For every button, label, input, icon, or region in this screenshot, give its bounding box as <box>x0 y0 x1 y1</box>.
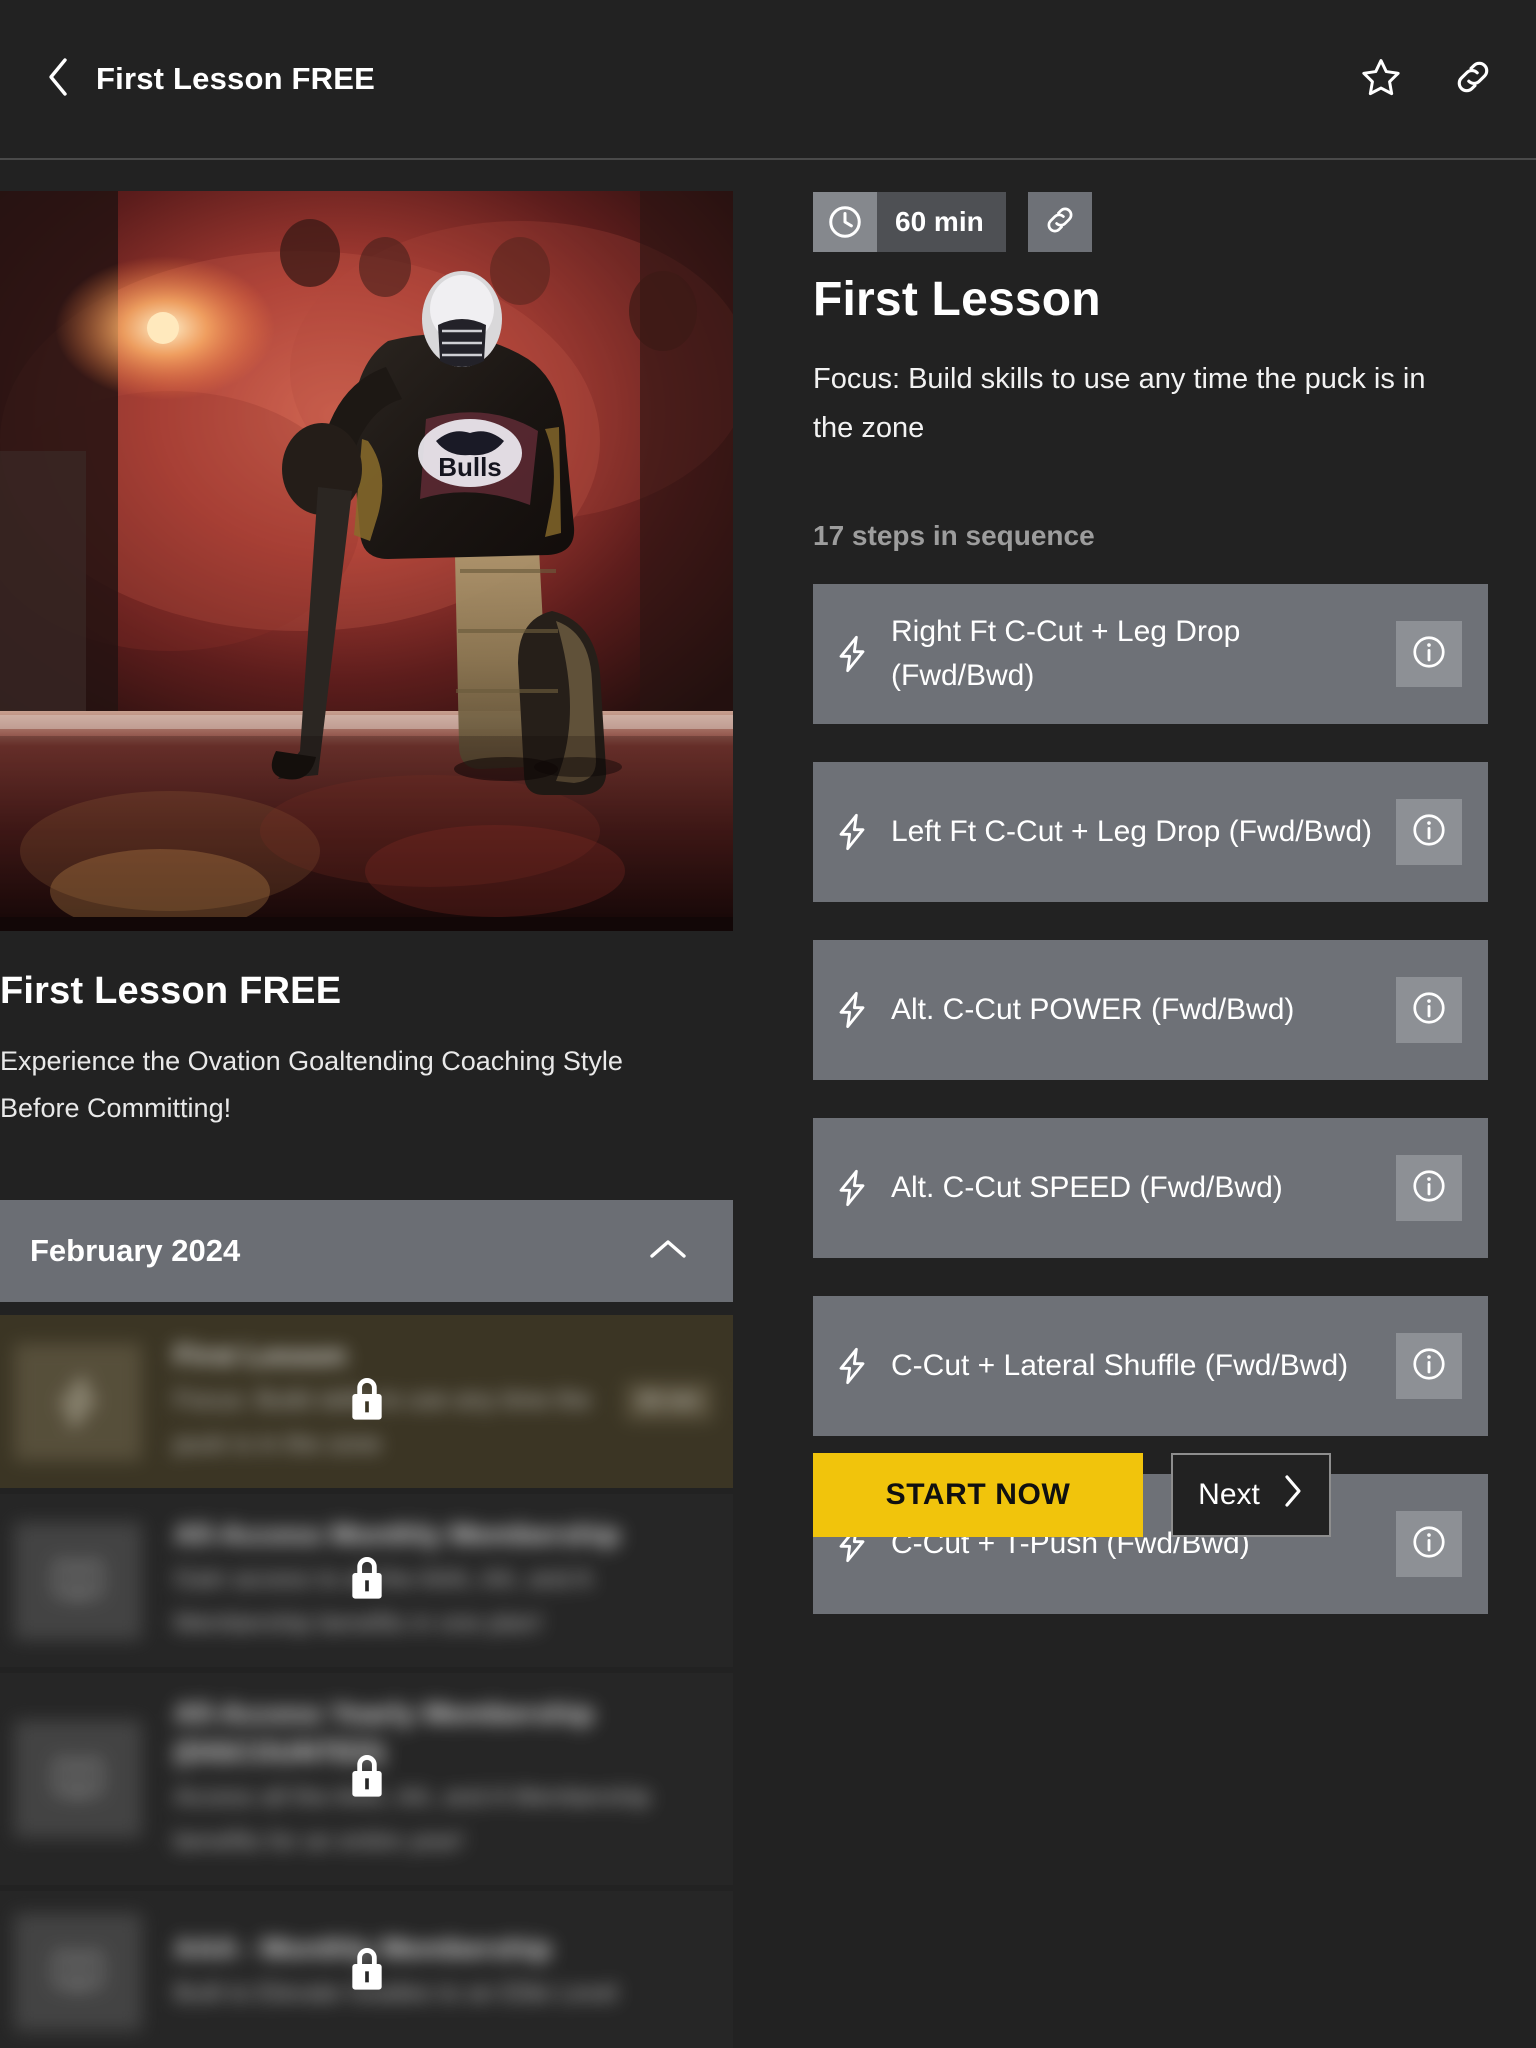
step-info-button[interactable] <box>1396 1333 1462 1399</box>
info-icon <box>1410 633 1448 676</box>
step-label: Alt. C-Cut POWER (Fwd/Bwd) <box>891 993 1295 1026</box>
info-icon <box>1410 1523 1448 1566</box>
locked-item-name: First Lesson <box>174 1340 347 1372</box>
book-icon <box>14 1521 142 1640</box>
duration-label: 60 min <box>877 192 1006 252</box>
left-panel-title: First Lesson FREE <box>0 970 342 1012</box>
list-item[interactable]: All-Access Yearly Membership (DISCOUNTED… <box>0 1673 733 1885</box>
step-label: C-Cut + Lateral Shuffle (Fwd/Bwd) <box>891 1349 1349 1382</box>
locked-item-text: All-Access Monthly Membership Gain acces… <box>174 1516 733 1645</box>
locked-item-name: All-Access Yearly Membership (DISCOUNTED… <box>174 1698 595 1769</box>
bolt-icon <box>813 809 891 855</box>
step-card[interactable]: C-Cut + Lateral Shuffle (Fwd/Bwd) <box>813 1296 1488 1436</box>
locked-item-text: First Lesson Focus: Build skills to use … <box>174 1337 625 1466</box>
next-button-label: Next <box>1198 1478 1260 1511</box>
copy-link-button[interactable] <box>1450 56 1496 102</box>
info-icon <box>1410 989 1448 1032</box>
favorite-button[interactable] <box>1358 56 1404 102</box>
duration-badge: 60 min <box>813 192 1006 252</box>
month-section-header[interactable]: February 2024 <box>0 1200 733 1302</box>
step-info-button[interactable] <box>1396 621 1462 687</box>
link-icon <box>1043 203 1077 242</box>
bolt-icon <box>813 631 891 677</box>
svg-text:Bulls: Bulls <box>438 452 502 482</box>
hockey-goalie-red-smoke-illustration: Bulls <box>0 191 733 931</box>
month-section-label: February 2024 <box>30 1233 241 1268</box>
list-item[interactable]: First Lesson Focus: Build skills to use … <box>0 1315 733 1488</box>
left-panel-subtitle: Experience the Ovation Goaltending Coach… <box>0 1046 623 1123</box>
link-icon <box>1452 56 1494 103</box>
locked-item-description: Access all the AAA, AA, and A Membership… <box>174 1783 651 1855</box>
chevron-left-icon <box>46 57 70 102</box>
locked-item-badge: 60 min <box>624 1382 713 1421</box>
book-icon <box>14 1720 142 1838</box>
locked-item-text: All-Access Yearly Membership (DISCOUNTED… <box>174 1695 733 1863</box>
lock-icon <box>345 1551 389 1610</box>
step-info-button[interactable] <box>1396 1511 1462 1577</box>
bolt-icon <box>813 1165 891 1211</box>
star-icon <box>1360 56 1402 103</box>
hero-image: Bulls <box>0 191 733 931</box>
locked-item-description: Built to Elevate Goalies to an Elite Lev… <box>174 1978 618 2007</box>
step-card[interactable]: Right Ft C-Cut + Leg Drop (Fwd/Bwd) <box>813 584 1488 724</box>
locked-item-name: AAA - Monthly Membership <box>174 1932 552 1965</box>
step-card[interactable]: Alt. C-Cut SPEED (Fwd/Bwd) <box>813 1118 1488 1258</box>
step-label: Right Ft C-Cut + Leg Drop (Fwd/Bwd) <box>891 615 1241 692</box>
chevron-right-icon <box>1282 1474 1304 1516</box>
page-title: First Lesson FREE <box>96 61 376 96</box>
info-icon <box>1410 1167 1448 1210</box>
step-label: Alt. C-Cut SPEED (Fwd/Bwd) <box>891 1171 1283 1204</box>
clock-icon <box>813 192 877 252</box>
bolt-icon <box>813 987 891 1033</box>
bolt-icon <box>14 1342 142 1461</box>
step-info-button[interactable] <box>1396 1155 1462 1221</box>
steps-count-label: 17 steps in sequence <box>813 520 1095 551</box>
lesson-meta-row: 60 min <box>813 192 1092 252</box>
bolt-icon <box>813 1343 891 1389</box>
locked-item-description: Focus: Build skills to use any time the … <box>174 1386 591 1458</box>
lock-icon <box>345 1943 389 2002</box>
locked-items-list: First Lesson Focus: Build skills to use … <box>0 1315 733 2048</box>
list-item[interactable]: All-Access Monthly Membership Gain acces… <box>0 1494 733 1667</box>
info-icon <box>1410 1345 1448 1388</box>
step-card[interactable]: Left Ft C-Cut + Leg Drop (Fwd/Bwd) <box>813 762 1488 902</box>
bottom-action-bar: START NOW Next <box>813 1453 1331 1537</box>
book-icon <box>14 1913 142 2031</box>
locked-item-name: All-Access Monthly Membership <box>174 1519 621 1551</box>
left-detail-panel: Bulls First Lesson FREE Experience the O… <box>0 160 733 2048</box>
chevron-up-icon <box>647 1235 689 1268</box>
step-card[interactable]: Alt. C-Cut POWER (Fwd/Bwd) <box>813 940 1488 1080</box>
next-button[interactable]: Next <box>1171 1453 1331 1537</box>
back-button[interactable] <box>36 53 80 105</box>
locked-item-text: AAA - Monthly Membership Built to Elevat… <box>174 1930 733 2015</box>
step-info-button[interactable] <box>1396 977 1462 1043</box>
lesson-focus-text: Focus: Build skills to use any time the … <box>813 363 1426 444</box>
lesson-link-button[interactable] <box>1027 192 1092 252</box>
topbar-actions <box>1358 56 1496 102</box>
locked-item-description: Gain access to all the AAA, AA, and A Me… <box>174 1565 591 1637</box>
step-label: Left Ft C-Cut + Leg Drop (Fwd/Bwd) <box>891 815 1372 848</box>
step-info-button[interactable] <box>1396 799 1462 865</box>
top-app-bar: First Lesson FREE <box>0 0 1536 160</box>
lock-icon <box>345 1750 389 1809</box>
list-item[interactable]: AAA - Monthly Membership Built to Elevat… <box>0 1891 733 2048</box>
right-lesson-panel: 60 min First Lesson Focus: Build skills … <box>813 160 1536 2048</box>
start-now-button[interactable]: START NOW <box>813 1453 1143 1537</box>
lesson-title: First Lesson <box>813 273 1101 326</box>
info-icon <box>1410 811 1448 854</box>
lock-icon <box>345 1372 389 1431</box>
